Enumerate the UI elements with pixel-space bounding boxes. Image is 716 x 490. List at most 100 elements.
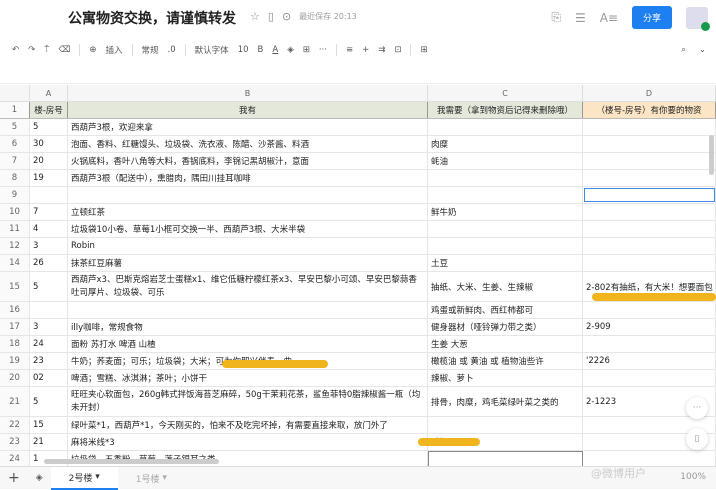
cell-c[interactable]: 蚝油 bbox=[428, 153, 583, 169]
search-icon[interactable]: ⌕ bbox=[681, 45, 686, 55]
cell-a[interactable]: 3 bbox=[30, 238, 68, 254]
cell-a[interactable]: 5 bbox=[30, 119, 68, 135]
horizontal-scrollbar[interactable] bbox=[44, 459, 219, 464]
bold-button[interactable]: B bbox=[258, 45, 264, 55]
cell-b[interactable]: 火锅底料，香叶八角等大料，香锅底料，李锦记黑胡椒汁，意面 bbox=[68, 153, 428, 169]
cell-c[interactable] bbox=[428, 451, 583, 467]
cell-c[interactable]: 橄榄油 或 黄油 或 植物油些许 bbox=[428, 353, 583, 369]
avatar[interactable] bbox=[686, 6, 710, 31]
share-button[interactable]: 分享 bbox=[631, 6, 672, 29]
cell-c[interactable]: 生姜 大葱 bbox=[428, 336, 583, 352]
sheet-tab-2[interactable]: 2号楼 ▾ bbox=[50, 466, 118, 490]
cell-a[interactable]: 24 bbox=[30, 336, 68, 352]
font-size-select[interactable]: 10 bbox=[238, 45, 249, 55]
cell-a[interactable]: 23 bbox=[30, 353, 68, 369]
cell-b[interactable]: 抹茶红豆麻薯 bbox=[68, 255, 428, 271]
sheet-tab-1[interactable]: 1号楼 ▾ bbox=[118, 467, 185, 490]
cell-c[interactable]: 土豆 bbox=[428, 255, 583, 271]
header-cell-c[interactable]: 我需要（拿到物资后记得来删除哦） bbox=[428, 102, 583, 118]
zoom-level[interactable]: 100% bbox=[680, 472, 706, 482]
cell-a[interactable]: 4 bbox=[30, 221, 68, 237]
cell-a[interactable]: 30 bbox=[30, 136, 68, 152]
cell-c[interactable]: 辣椒、萝卜 bbox=[428, 370, 583, 386]
doc-title[interactable]: 公寓物资交换，请谨慎转发 bbox=[68, 8, 236, 28]
formula-bar[interactable] bbox=[0, 64, 716, 84]
cell-d[interactable] bbox=[583, 153, 716, 169]
cell-d[interactable]: '2226 bbox=[583, 353, 716, 369]
cell-d[interactable] bbox=[583, 136, 716, 152]
column-header-d[interactable]: D bbox=[583, 85, 716, 101]
header-cell-d[interactable]: （楼号-房号）有你要的物资 bbox=[583, 102, 716, 118]
header-cell-a[interactable]: 楼-房号 bbox=[30, 102, 68, 118]
vertical-scrollbar[interactable] bbox=[709, 135, 714, 175]
cell-c[interactable] bbox=[428, 417, 583, 433]
cell-a[interactable]: 5 bbox=[30, 387, 68, 416]
valign-icon[interactable]: + bbox=[362, 45, 369, 55]
cell-d[interactable] bbox=[583, 302, 716, 318]
cell-a[interactable] bbox=[30, 187, 68, 203]
cell-b[interactable]: 西葫芦3根，欢迎来拿 bbox=[68, 119, 428, 135]
column-header-b[interactable]: B bbox=[68, 85, 428, 101]
format-painter-icon[interactable]: ⍑ bbox=[44, 45, 49, 55]
cell-a[interactable]: 26 bbox=[30, 255, 68, 271]
cell-a[interactable]: 7 bbox=[30, 204, 68, 220]
table-icon[interactable]: ⊞ bbox=[420, 45, 427, 55]
fill-color-icon[interactable]: ◈ bbox=[287, 45, 294, 55]
cell-b[interactable] bbox=[68, 187, 428, 203]
cell-d[interactable] bbox=[583, 187, 716, 203]
cell-b[interactable]: 立顿红茶 bbox=[68, 204, 428, 220]
cell-c[interactable]: 排骨，肉糜，鸡毛菜绿叶菜之类的 bbox=[428, 387, 583, 416]
column-header-c[interactable]: C bbox=[428, 85, 583, 101]
cell-b[interactable]: illy咖啡，常规食物 bbox=[68, 319, 428, 335]
cell-c[interactable]: 肉糜 bbox=[428, 136, 583, 152]
header-cell-b[interactable]: 我有 bbox=[68, 102, 428, 118]
column-header-a[interactable]: A bbox=[30, 85, 68, 101]
cell-b[interactable]: 麻将米线*3 bbox=[68, 434, 428, 450]
cell-a[interactable]: 5 bbox=[30, 272, 68, 301]
cell-a[interactable] bbox=[30, 302, 68, 318]
cell-b[interactable]: 旺旺夹心软面包，260g韩式拌饭海苔芝麻碎，50g干茉莉花茶，鲨鱼菲特0脂辣椒酱… bbox=[68, 387, 428, 416]
wrap-icon[interactable]: ⇉ bbox=[378, 45, 385, 55]
cell-a[interactable]: 02 bbox=[30, 370, 68, 386]
cell-d[interactable] bbox=[583, 170, 716, 186]
merge-icon[interactable]: ⊡ bbox=[394, 45, 401, 55]
clear-format-icon[interactable]: ⌫ bbox=[58, 45, 70, 55]
align-icon[interactable]: ≡ bbox=[346, 45, 353, 55]
chevron-down-icon[interactable]: ⌄ bbox=[699, 45, 706, 55]
cell-a[interactable]: 3 bbox=[30, 319, 68, 335]
cell-d[interactable] bbox=[583, 221, 716, 237]
font-select[interactable]: 默认字体 bbox=[195, 44, 229, 56]
cell-d[interactable]: 2-909 bbox=[583, 319, 716, 335]
doc-icon[interactable]: ▯ bbox=[268, 10, 274, 23]
insert-button[interactable]: 插入 bbox=[106, 44, 123, 56]
cell-a[interactable]: 15 bbox=[30, 417, 68, 433]
redo-icon[interactable]: ↷ bbox=[28, 45, 35, 55]
cell-d[interactable] bbox=[583, 255, 716, 271]
more-button[interactable]: ··· bbox=[319, 45, 327, 55]
decimal-stepper[interactable]: .0 bbox=[168, 45, 176, 55]
cell-c[interactable]: 健身器材（哑铃弹力带之类） bbox=[428, 319, 583, 335]
number-format-select[interactable]: 常规 bbox=[142, 44, 159, 56]
cell-b[interactable]: 西葫芦x3、巴斯克熔岩芝士蛋糕x1、维它低糖柠檬红茶x3、早安巴黎小可颂、早安巴… bbox=[68, 272, 428, 301]
cell-c[interactable] bbox=[428, 170, 583, 186]
cell-d[interactable] bbox=[583, 370, 716, 386]
border-icon[interactable]: ⊞ bbox=[303, 45, 310, 55]
cell-b[interactable]: 绿叶菜*1，西葫芦*1，今天刚买的，怕来不及吃完坏掉，有需要直接来取，放门外了 bbox=[68, 417, 428, 433]
cell-d[interactable] bbox=[583, 336, 716, 352]
cell-c[interactable] bbox=[428, 221, 583, 237]
history-icon[interactable]: ⎘ bbox=[551, 10, 561, 25]
font-color-icon[interactable]: A bbox=[272, 45, 278, 55]
mobile-view-icon[interactable]: ▯ bbox=[686, 428, 708, 450]
cell-d[interactable] bbox=[583, 119, 716, 135]
cell-c[interactable]: 鸡蛋或新鲜肉、西红柿都可 bbox=[428, 302, 583, 318]
cell-b[interactable]: 啤酒；雪糕、冰淇淋；茶叶；小饼干 bbox=[68, 370, 428, 386]
cell-a[interactable]: 21 bbox=[30, 434, 68, 450]
spreadsheet-grid[interactable]: A B C D 1 楼-房号 我有 我需要（拿到物资后记得来删除哦） （楼号-房… bbox=[0, 85, 716, 468]
cell-a[interactable]: 19 bbox=[30, 170, 68, 186]
cell-c[interactable] bbox=[428, 119, 583, 135]
cell-b[interactable]: 面粉 苏打水 啤酒 山楂 bbox=[68, 336, 428, 352]
cell-c[interactable]: 鲜牛奶 bbox=[428, 204, 583, 220]
cell-a[interactable]: 20 bbox=[30, 153, 68, 169]
menu-icon[interactable]: ☰ bbox=[575, 11, 586, 25]
more-fab[interactable]: ··· bbox=[686, 397, 708, 419]
